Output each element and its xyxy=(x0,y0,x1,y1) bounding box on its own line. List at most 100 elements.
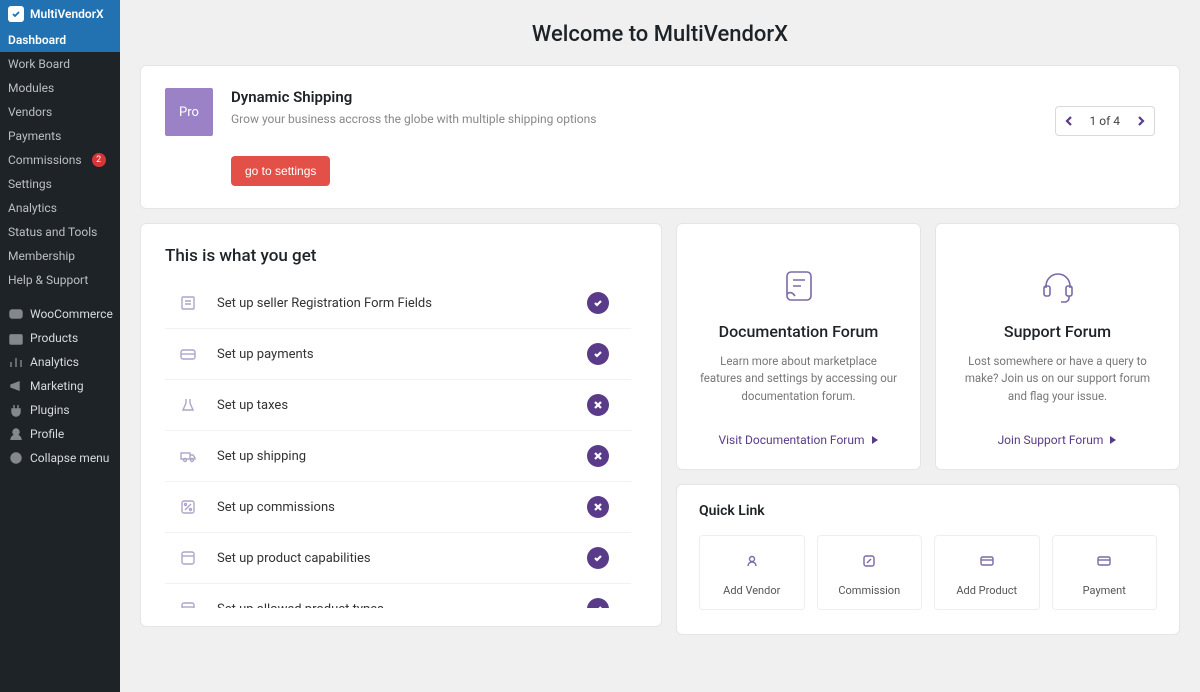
doc-desc: Learn more about marketplace features an… xyxy=(699,353,898,405)
plug-icon xyxy=(8,403,24,417)
pro-badge: Pro xyxy=(165,88,213,136)
badge: 2 xyxy=(92,153,106,167)
flask-icon xyxy=(177,394,199,416)
sidebar-item-dashboard[interactable]: Dashboard xyxy=(0,28,120,52)
caret-right-icon xyxy=(1109,436,1117,444)
promo-title: Dynamic Shipping xyxy=(231,88,596,106)
sidebar-submenu: DashboardWork BoardModulesVendorsPayment… xyxy=(0,28,120,296)
quicklink-label: Add Vendor xyxy=(706,584,798,597)
sup-desc: Lost somewhere or have a query to make? … xyxy=(958,353,1157,405)
checklist-item-label: Set up allowed product types xyxy=(217,602,569,609)
checklist-item[interactable]: Set up commissions xyxy=(165,482,631,533)
card-icon xyxy=(177,343,199,365)
checklist-item[interactable]: Set up seller Registration Form Fields xyxy=(165,278,631,329)
checklist-item-label: Set up taxes xyxy=(217,398,569,413)
admin-sidebar: MultiVendorX DashboardWork BoardModulesV… xyxy=(0,0,120,692)
headset-icon xyxy=(1036,264,1080,308)
status-done-icon xyxy=(587,547,609,569)
status-done-icon xyxy=(587,598,609,608)
checklist-item-label: Set up product capabilities xyxy=(217,551,569,566)
checklist-title: This is what you get xyxy=(165,246,637,266)
card-icon xyxy=(978,552,996,570)
go-to-settings-button[interactable]: go to settings xyxy=(231,156,330,186)
promo-card: Pro Dynamic Shipping Grow your business … xyxy=(140,65,1180,209)
sidebar-item-products[interactable]: Products xyxy=(0,326,120,350)
status-pending-icon xyxy=(587,445,609,467)
brand-label: MultiVendorX xyxy=(30,7,104,21)
checklist-item[interactable]: Set up allowed product types xyxy=(165,584,631,608)
sidebar-item-collapse-menu[interactable]: Collapse menu xyxy=(0,446,120,470)
promo-pager: 1 of 4 xyxy=(1055,106,1155,136)
status-pending-icon xyxy=(587,394,609,416)
woo-icon xyxy=(8,307,24,321)
card-icon xyxy=(1095,552,1113,570)
sidebar-item-settings[interactable]: Settings xyxy=(0,172,120,196)
quicklink-label: Payment xyxy=(1059,584,1151,597)
bars-icon xyxy=(8,355,24,369)
checklist-item[interactable]: Set up product capabilities xyxy=(165,533,631,584)
doc-title: Documentation Forum xyxy=(719,322,879,341)
status-done-icon xyxy=(587,292,609,314)
join-support-link[interactable]: Join Support Forum xyxy=(998,433,1118,447)
user-icon xyxy=(8,427,24,441)
sidebar-item-marketing[interactable]: Marketing xyxy=(0,374,120,398)
status-done-icon xyxy=(587,343,609,365)
percent-icon xyxy=(177,496,199,518)
quicklink-label: Add Product xyxy=(941,584,1033,597)
form-icon xyxy=(177,292,199,314)
sidebar-main-menu: WooCommerceProductsAnalyticsMarketingPlu… xyxy=(0,302,120,474)
support-forum-card: Support Forum Lost somewhere or have a q… xyxy=(935,223,1180,470)
brand-header[interactable]: MultiVendorX xyxy=(0,0,120,28)
documentation-forum-card: Documentation Forum Learn more about mar… xyxy=(676,223,921,470)
sidebar-item-profile[interactable]: Profile xyxy=(0,422,120,446)
user-icon xyxy=(743,552,761,570)
sidebar-item-analytics[interactable]: Analytics xyxy=(0,196,120,220)
checklist-item-label: Set up payments xyxy=(217,347,569,362)
percent-icon xyxy=(860,552,878,570)
checklist-item[interactable]: Set up shipping xyxy=(165,431,631,482)
box-icon xyxy=(177,547,199,569)
quick-links-card: Quick Link Add Vendor Commission Add Produ… xyxy=(676,484,1180,635)
quicklink-add-product[interactable]: Add Product xyxy=(934,535,1040,610)
checklist-item[interactable]: Set up payments xyxy=(165,329,631,380)
checklist-list[interactable]: Set up seller Registration Form Fields Se… xyxy=(165,278,637,608)
truck-icon xyxy=(177,445,199,467)
sidebar-item-status-and-tools[interactable]: Status and Tools xyxy=(0,220,120,244)
checklist-item-label: Set up shipping xyxy=(217,449,569,464)
quicklink-add-vendor[interactable]: Add Vendor xyxy=(699,535,805,610)
sup-title: Support Forum xyxy=(1004,322,1111,341)
status-pending-icon xyxy=(587,496,609,518)
quicklink-label: Commission xyxy=(824,584,916,597)
pager-next-button[interactable] xyxy=(1126,107,1154,135)
box-icon xyxy=(177,598,199,608)
collapse-icon xyxy=(8,451,24,465)
sidebar-item-work-board[interactable]: Work Board xyxy=(0,52,120,76)
quick-links-title: Quick Link xyxy=(699,503,1157,519)
archive-icon xyxy=(8,331,24,345)
checklist-item-label: Set up seller Registration Form Fields xyxy=(217,296,569,311)
sidebar-item-woocommerce[interactable]: WooCommerce xyxy=(0,302,120,326)
main-content: Welcome to MultiVendorX Pro Dynamic Ship… xyxy=(120,0,1200,655)
checklist-item-label: Set up commissions xyxy=(217,500,569,515)
pager-prev-button[interactable] xyxy=(1056,107,1084,135)
caret-right-icon xyxy=(871,436,879,444)
sidebar-item-analytics[interactable]: Analytics xyxy=(0,350,120,374)
page-title: Welcome to MultiVendorX xyxy=(140,0,1180,65)
quicklink-commission[interactable]: Commission xyxy=(817,535,923,610)
promo-desc: Grow your business accross the globe wit… xyxy=(231,112,596,126)
sidebar-item-vendors[interactable]: Vendors xyxy=(0,100,120,124)
brand-icon xyxy=(8,6,24,22)
sidebar-item-modules[interactable]: Modules xyxy=(0,76,120,100)
sidebar-item-help-support[interactable]: Help & Support xyxy=(0,268,120,292)
sidebar-item-payments[interactable]: Payments xyxy=(0,124,120,148)
sidebar-item-membership[interactable]: Membership xyxy=(0,244,120,268)
document-icon xyxy=(777,264,821,308)
pager-text: 1 of 4 xyxy=(1084,114,1126,128)
sidebar-item-plugins[interactable]: Plugins xyxy=(0,398,120,422)
checklist-item[interactable]: Set up taxes xyxy=(165,380,631,431)
visit-documentation-link[interactable]: Visit Documentation Forum xyxy=(718,433,878,447)
quicklink-payment[interactable]: Payment xyxy=(1052,535,1158,610)
sidebar-item-commissions[interactable]: Commissions2 xyxy=(0,148,120,172)
setup-checklist-card: This is what you get Set up seller Regis… xyxy=(140,223,662,627)
megaphone-icon xyxy=(8,379,24,393)
